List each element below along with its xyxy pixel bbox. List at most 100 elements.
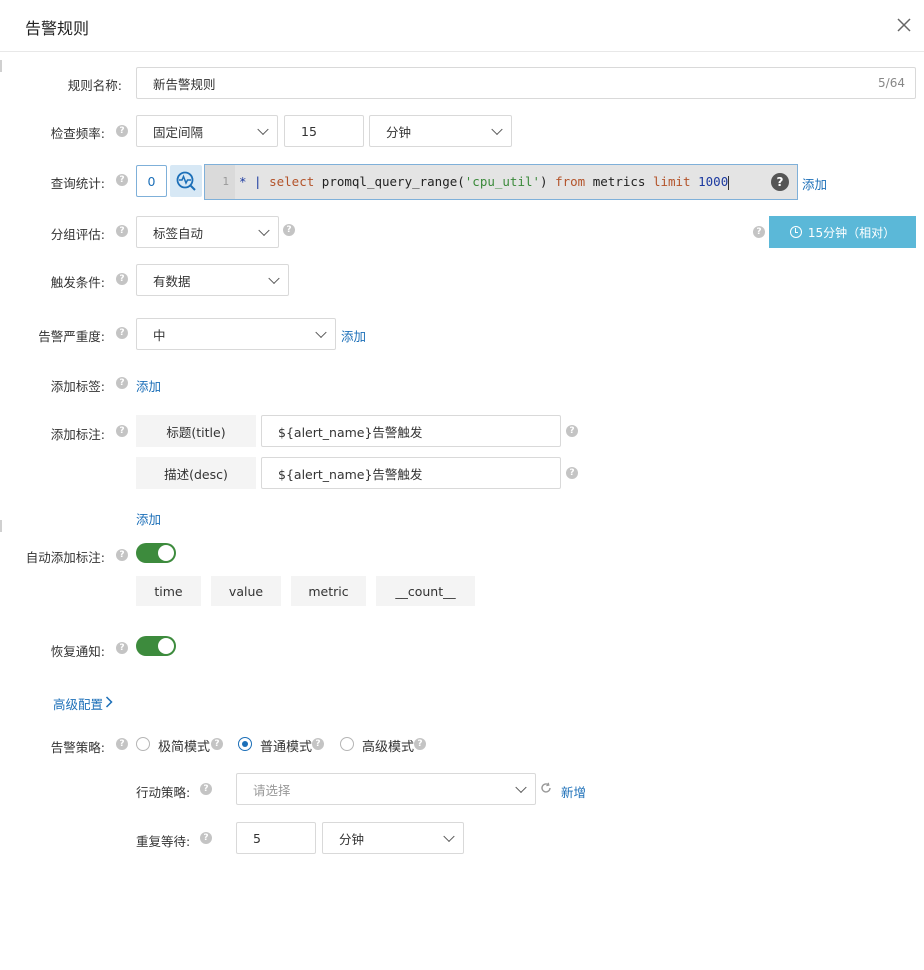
policy-radio-simple[interactable]: [136, 737, 150, 751]
repeat-wait-unit-select[interactable]: 分钟: [322, 822, 464, 854]
help-icon[interactable]: ?: [116, 225, 128, 237]
help-icon[interactable]: ?: [414, 738, 426, 750]
trigger-label: 触发条件:: [50, 275, 105, 290]
help-icon[interactable]: ?: [211, 738, 223, 750]
annotation-value: ${alert_name}告警触发: [278, 424, 423, 440]
code-token: 1000: [690, 174, 729, 189]
severity-value: 中: [153, 327, 166, 343]
code-token: from: [555, 174, 586, 189]
check-freq-interval-value: 15: [301, 123, 317, 139]
chevron-down-icon: [258, 224, 270, 237]
edge-mark: [0, 520, 2, 532]
edge-mark: [0, 60, 2, 72]
policy-radio-advanced[interactable]: [340, 737, 354, 751]
chevron-right-icon[interactable]: [105, 696, 113, 708]
time-range-button[interactable]: 15分钟（相对）: [769, 216, 916, 248]
rule-name-label: 规则名称:: [67, 78, 122, 93]
check-freq-mode-select[interactable]: 固定间隔: [136, 115, 278, 147]
help-icon[interactable]: ?: [200, 832, 212, 844]
help-icon[interactable]: ?: [566, 467, 578, 479]
annotation-value-title-input[interactable]: ${alert_name}告警触发: [261, 415, 561, 447]
help-icon[interactable]: ?: [116, 549, 128, 561]
recovery-label: 恢复通知:: [50, 644, 105, 659]
rule-name-input[interactable]: 新告警规则 5/64: [136, 67, 916, 99]
refresh-icon[interactable]: [540, 782, 552, 794]
close-icon[interactable]: [893, 14, 915, 36]
help-icon[interactable]: ?: [116, 327, 128, 339]
repeat-wait-input[interactable]: 5: [236, 822, 316, 854]
help-icon[interactable]: ?: [283, 224, 295, 236]
help-icon[interactable]: ?: [116, 425, 128, 437]
query-analysis-button[interactable]: [170, 165, 202, 197]
query-add-link[interactable]: 添加: [802, 174, 827, 193]
help-icon[interactable]: ?: [312, 738, 324, 750]
help-icon[interactable]: ?: [200, 783, 212, 795]
help-icon[interactable]: ?: [116, 174, 128, 186]
help-icon[interactable]: ?: [116, 738, 128, 750]
chevron-down-icon: [491, 123, 503, 136]
annotations-label: 添加标注:: [50, 427, 105, 442]
chevron-down-icon: [315, 326, 327, 339]
code-token: select: [269, 174, 315, 189]
help-icon[interactable]: ?: [116, 642, 128, 654]
query-index-badge[interactable]: 0: [136, 165, 167, 197]
help-icon[interactable]: ?: [116, 377, 128, 389]
chevron-down-icon: [443, 830, 455, 843]
annotations-add-link[interactable]: 添加: [136, 509, 161, 528]
group-eval-select[interactable]: 标签自动: [136, 216, 279, 248]
tag-label: time: [154, 583, 183, 599]
auto-annotations-toggle[interactable]: [136, 543, 176, 563]
time-range-label: 15分钟（相对）: [807, 225, 896, 240]
annotation-key-title: 标题(title): [136, 415, 256, 447]
code-token: * |: [239, 174, 270, 189]
toggle-knob: [158, 638, 174, 654]
policy-radio-normal[interactable]: [238, 737, 252, 751]
group-eval-value: 标签自动: [153, 225, 204, 241]
annotation-key-label: 标题(title): [166, 424, 226, 440]
question-icon[interactable]: ?: [771, 173, 789, 191]
recovery-toggle[interactable]: [136, 636, 176, 656]
check-freq-interval-input[interactable]: 15: [284, 115, 364, 147]
chevron-down-icon: [257, 123, 269, 136]
auto-annotations-label: 自动添加标注:: [25, 550, 105, 565]
severity-select[interactable]: 中: [136, 318, 336, 350]
trigger-select[interactable]: 有数据: [136, 264, 289, 296]
clock-icon: [789, 226, 802, 238]
code-token: limit: [652, 174, 691, 189]
auto-tag-time[interactable]: time: [136, 576, 201, 606]
action-policy-placeholder: 请选择: [253, 782, 291, 798]
check-freq-mode-value: 固定间隔: [153, 124, 204, 140]
text-caret: [728, 175, 730, 190]
repeat-wait-unit-value: 分钟: [339, 831, 365, 847]
auto-tag-value[interactable]: value: [211, 576, 281, 606]
severity-add-link[interactable]: 添加: [341, 326, 366, 345]
policy-option-label: 极简模式: [158, 740, 211, 755]
help-icon[interactable]: ?: [566, 425, 578, 437]
action-policy-label: 行动策略:: [136, 785, 191, 800]
help-icon[interactable]: ?: [116, 273, 128, 285]
query-code[interactable]: * | select promql_query_range('cpu_util'…: [239, 165, 730, 199]
help-icon[interactable]: ?: [116, 125, 128, 137]
advanced-config-link[interactable]: 高级配置: [53, 694, 103, 713]
rule-name-value: 新告警规则: [153, 76, 216, 92]
action-policy-select[interactable]: 请选择: [236, 773, 536, 805]
help-icon[interactable]: ?: [753, 226, 765, 238]
action-policy-add-link[interactable]: 新增: [561, 782, 586, 801]
labels-add-link[interactable]: 添加: [136, 376, 161, 395]
auto-tag-metric[interactable]: metric: [291, 576, 366, 606]
toggle-knob: [158, 545, 174, 561]
dialog-title: 告警规则: [25, 19, 90, 38]
policy-option-label: 普通模式: [260, 740, 313, 755]
advanced-config-label: 高级配置: [53, 697, 104, 712]
policy-label: 告警策略:: [50, 740, 105, 755]
check-freq-unit-value: 分钟: [386, 124, 412, 140]
chevron-down-icon: [515, 781, 527, 794]
auto-tag-count[interactable]: __count__: [376, 576, 475, 606]
query-editor[interactable]: 1 * | select promql_query_range('cpu_uti…: [204, 164, 798, 200]
check-freq-unit-select[interactable]: 分钟: [369, 115, 512, 147]
annotation-value-desc-input[interactable]: ${alert_name}告警触发: [261, 457, 561, 489]
code-token: 'cpu_util': [464, 174, 541, 189]
annotation-key-desc: 描述(desc): [136, 457, 256, 489]
tag-label: __count__: [395, 583, 456, 599]
annotation-value: ${alert_name}告警触发: [278, 466, 423, 482]
